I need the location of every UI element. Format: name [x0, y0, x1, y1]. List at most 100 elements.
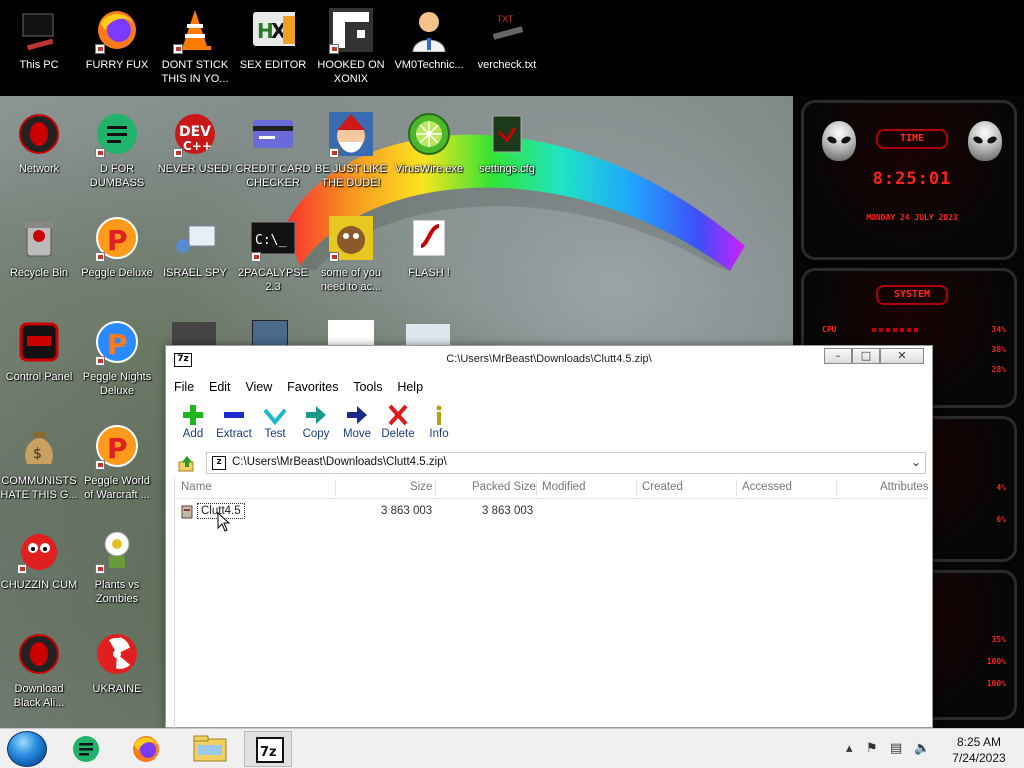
dev-cpp-icon: DEV C++ [173, 112, 217, 158]
desktop-icon-never-used[interactable]: DEV C++ NEVER USED! [156, 112, 234, 176]
desktop-icon-label: Peggle Nights Deluxe [82, 371, 152, 397]
desktop-icon-peggle-nights[interactable]: P Peggle Nights Deluxe [78, 320, 156, 398]
desktop-icon-viruswire[interactable]: VirusWire.exe [390, 112, 468, 176]
menu-help[interactable]: Help [397, 377, 423, 397]
desktop-icon-furry-fux[interactable]: FURRY FUX [78, 8, 156, 72]
column-header-name[interactable]: Name [181, 481, 212, 493]
chevron-down-icon[interactable]: ⌄ [911, 455, 921, 469]
desktop-icon-communists[interactable]: $ COMMUNISTS HATE THIS G... [0, 424, 78, 502]
svg-text:$: $ [33, 446, 42, 462]
net-value: 6% [996, 515, 1006, 524]
network-icon[interactable]: ▤ [890, 741, 902, 756]
desktop-icon-2pacalypse[interactable]: C:\_ 2PACALYPSE 2.3 [234, 216, 312, 294]
minus-icon [222, 404, 246, 426]
column-header-created[interactable]: Created [642, 481, 683, 493]
desktop-icon-plants-vs-zombies[interactable]: Plants vs Zombies [78, 528, 156, 606]
x-icon [386, 404, 410, 426]
taskbar-7zip[interactable]: 7z [244, 731, 292, 767]
desktop-icon-hooked-on-xonix[interactable]: HOOKED ON XONIX [312, 8, 390, 86]
menu-favorites[interactable]: Favorites [287, 377, 338, 397]
maximize-button[interactable]: □ [852, 348, 880, 364]
7zip-file-manager-window[interactable]: 7z C:\Users\MrBeast\Downloads\Clutt4.5.z… [165, 345, 933, 728]
alienware-network-icon [17, 112, 61, 156]
desktop-icon-label: BE JUST LIKE THE DUDE! [315, 163, 387, 189]
show-hidden-icons-icon[interactable]: ▴ [846, 741, 853, 756]
desktop-icon-credit-card-checker[interactable]: CREDIT CARD CHECKER [234, 112, 312, 190]
info-button[interactable]: Info [416, 404, 462, 440]
desktop-icon-control-panel[interactable]: Control Panel [0, 320, 78, 384]
desktop-icon-peggle-deluxe[interactable]: P Peggle Deluxe [78, 216, 156, 280]
file-list[interactable]: Name Size Packed Size Modified Created A… [174, 477, 929, 728]
desktop-icon-label: settings.cfg [479, 163, 535, 175]
menu-view[interactable]: View [245, 377, 272, 397]
desktop-icon-dont-stick[interactable]: DONT STICK THIS IN YO... [156, 8, 234, 86]
desktop-icon-network[interactable]: Network [0, 112, 78, 176]
clock[interactable]: 8:25 AM 7/24/2023 [944, 734, 1014, 766]
desktop-icon-label: Peggle World of Warcraft ... [84, 475, 150, 501]
desktop-icon-chuzzin-cum[interactable]: CHUZZIN CUM [0, 528, 78, 592]
desktop-icon-be-just-like-the-dude[interactable]: BE JUST LIKE THE DUDE! [312, 112, 390, 190]
toolbar-label: Add [182, 428, 204, 440]
speaker-icon[interactable]: 🔈 [914, 741, 930, 756]
cpu-label: CPU [822, 325, 837, 334]
check-icon [263, 404, 287, 426]
desktop-icon-some-of-you[interactable]: some of you need to ac... [312, 216, 390, 294]
desktop-icon-download-black-ali[interactable]: Download Black Ali... [0, 632, 78, 710]
desktop-icon-label: NEVER USED! [157, 163, 233, 175]
desktop-icon-recycle-bin[interactable]: Recycle Bin [0, 216, 78, 280]
spreadsheet-icon [95, 112, 139, 158]
taskbar-firefox[interactable] [122, 731, 170, 767]
clock-date: 7/24/2023 [952, 751, 1006, 765]
toolbar-label: Move [342, 428, 372, 440]
menu-file[interactable]: File [174, 377, 194, 397]
window-titlebar[interactable]: 7z C:\Users\MrBeast\Downloads\Clutt4.5.z… [166, 346, 932, 376]
file-icon [181, 505, 195, 522]
address-bar[interactable]: Z C:\Users\MrBeast\Downloads\Clutt4.5.zi… [206, 452, 926, 474]
core-value: 38% [991, 345, 1006, 354]
column-header-attributes[interactable]: Attributes [880, 481, 929, 493]
disk-value: 100% [986, 657, 1006, 666]
copy-button[interactable]: Copy [293, 404, 339, 440]
start-orb-button[interactable] [7, 731, 47, 767]
desktop-icon-label: VirusWire.exe [394, 163, 464, 175]
svg-text:C++: C++ [183, 139, 212, 153]
desktop-icon-vercheck-txt[interactable]: TXT vercheck.txt [468, 8, 546, 72]
flag-icon[interactable]: ⚑ [866, 741, 878, 756]
menu-edit[interactable]: Edit [209, 377, 231, 397]
minimize-button[interactable]: – [824, 348, 852, 364]
recycle-bin-icon [17, 216, 61, 260]
info-icon [427, 404, 451, 426]
column-header-size[interactable]: Size [410, 481, 432, 493]
extract-button[interactable]: Extract [211, 404, 257, 440]
desktop-icon-this-pc[interactable]: This PC [0, 8, 78, 72]
desktop-icon-flash[interactable]: FLASH ! [390, 216, 468, 280]
add-button[interactable]: Add [170, 404, 216, 440]
taskbar-file-explorer[interactable] [186, 731, 234, 767]
column-header-packed-size[interactable]: Packed Size [472, 481, 536, 493]
desktop-icon-ukraine[interactable]: UKRAINE [78, 632, 156, 696]
desktop-icon-israel-spy[interactable]: ISRAEL SPY [156, 216, 234, 280]
test-button[interactable]: Test [252, 404, 298, 440]
traffic-cone-icon [173, 8, 217, 54]
delete-button[interactable]: Delete [375, 404, 421, 440]
firefox-icon [95, 8, 139, 54]
toolbar-label: Copy [302, 428, 330, 440]
move-button[interactable]: Move [334, 404, 380, 440]
desktop-icon-vm0technic[interactable]: VM0Technic... [390, 8, 468, 72]
menu-tools[interactable]: Tools [353, 377, 382, 397]
table-row[interactable]: Clutt4.5 3 863 003 3 863 003 [175, 502, 927, 522]
desktop-icon-settings-cfg[interactable]: settings.cfg [468, 112, 546, 176]
desktop-icon-sex-editor[interactable]: HX SEX EDITOR [234, 8, 312, 72]
taskbar-spreadsheet-app[interactable] [62, 731, 110, 767]
window-title: C:\Users\MrBeast\Downloads\Clutt4.5.zip\ [446, 353, 652, 365]
toolbar-label: Info [429, 428, 449, 440]
column-header-accessed[interactable]: Accessed [742, 481, 792, 493]
up-folder-icon[interactable] [178, 454, 196, 472]
close-button[interactable]: ✕ [880, 348, 924, 364]
desktop-icon-label: Peggle Deluxe [81, 267, 153, 279]
desktop-icon-peggle-wow[interactable]: P Peggle World of Warcraft ... [78, 424, 156, 502]
file-size: 3 863 003 [381, 505, 433, 517]
desktop-icon-d-for-dumbass[interactable]: D FOR DUMBASS [78, 112, 156, 190]
column-header-modified[interactable]: Modified [542, 481, 585, 493]
list-header: Name Size Packed Size Modified Created A… [175, 477, 929, 499]
